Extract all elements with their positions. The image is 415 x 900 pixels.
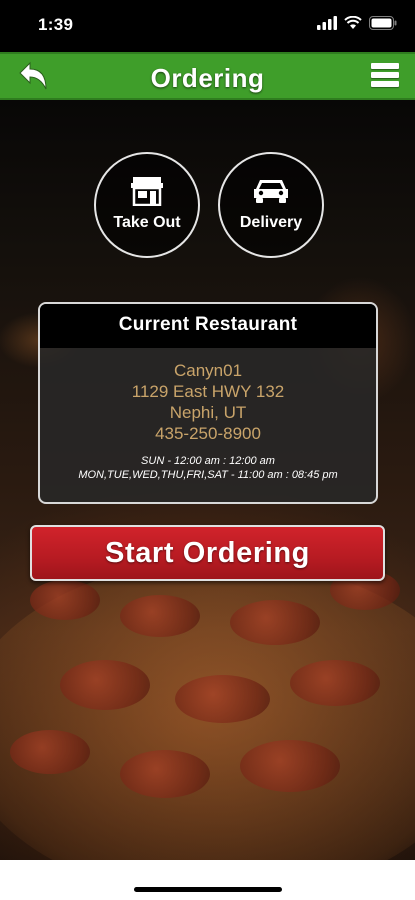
delivery-button[interactable]: Delivery (218, 152, 324, 258)
pepperoni (10, 730, 90, 774)
hours-line: SUN - 12:00 am : 12:00 am (141, 455, 275, 467)
pepperoni (175, 675, 270, 723)
app-screen: 1:39 Ordering Take Out Delivery Current … (0, 0, 415, 900)
restaurant-details: Canyn01 1129 East HWY 132 Nephi, UT 435-… (40, 348, 376, 482)
restaurant-hours: SUN - 12:00 am : 12:00 am MON,TUE,WED,TH… (40, 454, 376, 482)
menu-button[interactable] (371, 63, 399, 91)
restaurant-name: Canyn01 (173, 361, 243, 380)
pepperoni (120, 595, 200, 637)
pepperoni (230, 600, 320, 645)
pepperoni (240, 740, 340, 792)
pepperoni (30, 580, 100, 620)
delivery-label: Delivery (239, 214, 303, 231)
pepperoni (60, 660, 150, 710)
battery-icon (369, 16, 397, 30)
signal-icon (317, 16, 337, 30)
car-icon (254, 180, 288, 203)
hamburger-menu-icon (371, 63, 399, 69)
hamburger-line (371, 81, 399, 87)
start-ordering-button[interactable]: Start Ordering (30, 525, 385, 581)
card-title: Current Restaurant (40, 304, 376, 348)
pepperoni (120, 750, 210, 798)
hours-line: MON,TUE,WED,THU,FRI,SAT - 11:00 am : 08:… (78, 469, 338, 481)
hamburger-line (371, 72, 399, 78)
header-bar: Ordering (0, 52, 415, 100)
pepperoni (290, 660, 380, 706)
current-restaurant-card: Current Restaurant Canyn01 1129 East HWY… (38, 302, 378, 504)
restaurant-city: Nephi, UT (169, 403, 247, 422)
status-bar: 1:39 (0, 0, 415, 50)
home-indicator-area (0, 860, 415, 900)
storefront-icon (131, 177, 163, 206)
take-out-button[interactable]: Take Out (94, 152, 200, 258)
restaurant-address: 1129 East HWY 132 (131, 382, 285, 401)
page-title: Ordering (150, 63, 265, 93)
take-out-label: Take Out (113, 214, 181, 231)
home-indicator[interactable] (134, 887, 282, 892)
restaurant-phone[interactable]: 435-250-8900 (40, 423, 376, 444)
status-icons (317, 16, 397, 30)
wifi-icon (344, 16, 362, 29)
status-time: 1:39 (38, 15, 74, 34)
